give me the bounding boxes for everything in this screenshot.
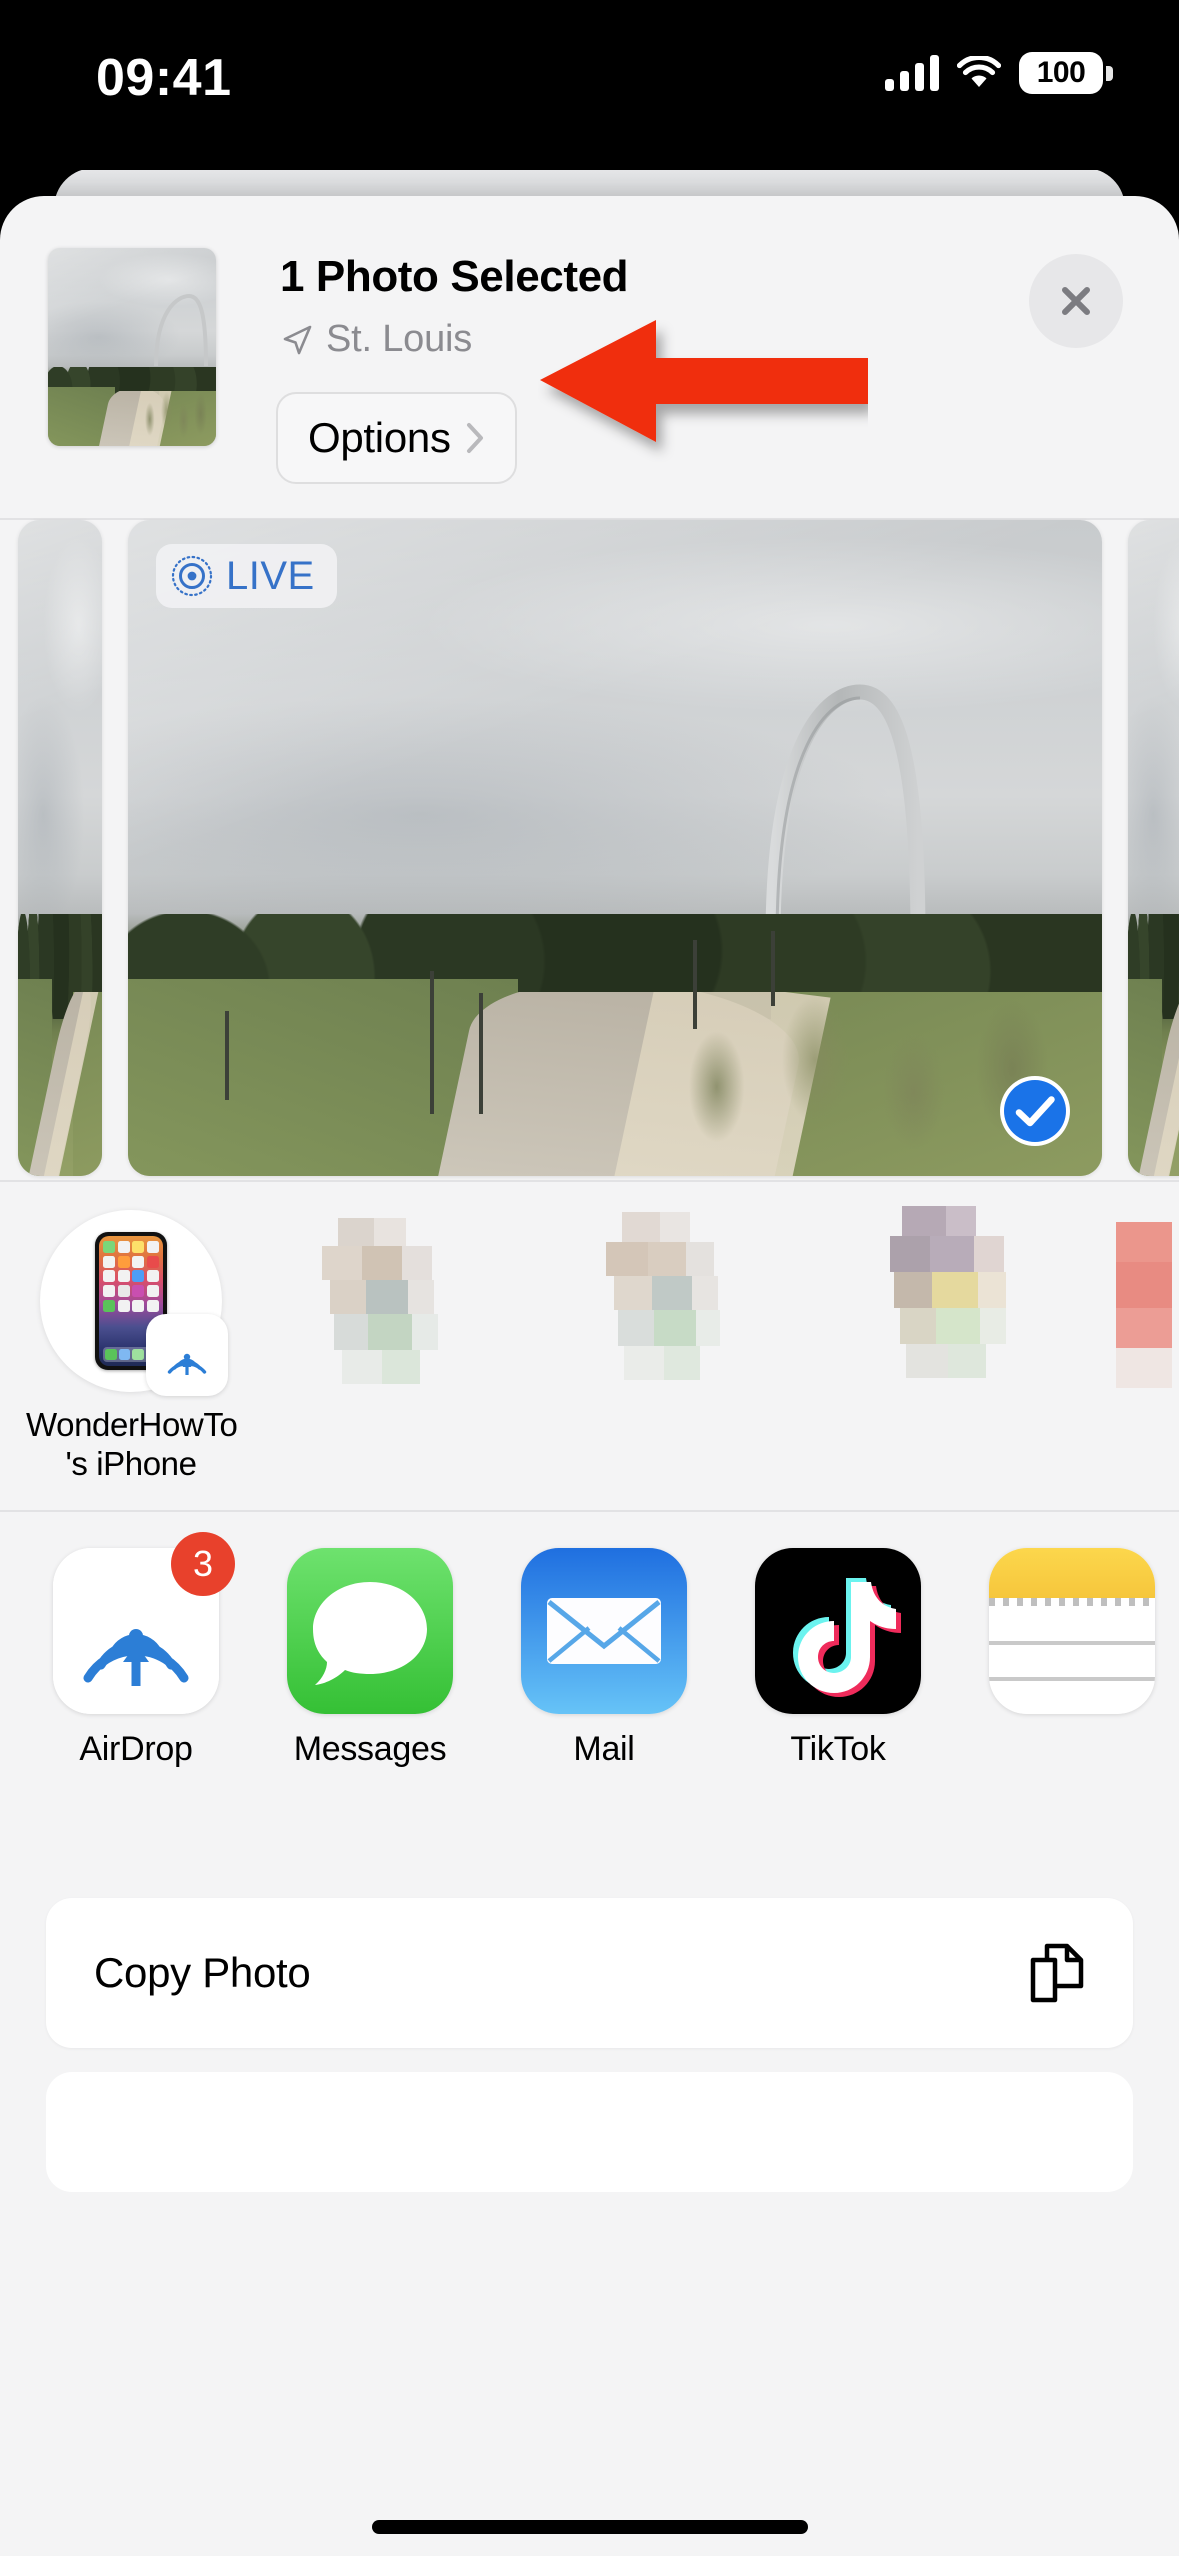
checkmark-circle-icon[interactable] <box>998 1074 1072 1148</box>
cellular-signal-icon <box>885 55 939 91</box>
share-app-messages[interactable]: Messages <box>270 1548 470 1769</box>
next-action-partial[interactable] <box>46 2072 1133 2192</box>
page-title: 1 Photo Selected <box>280 252 629 301</box>
share-app-label: AirDrop <box>79 1730 193 1768</box>
carousel-photo-next[interactable] <box>1128 520 1179 1176</box>
airdrop-icon: 3 <box>53 1532 235 1714</box>
messages-icon <box>287 1548 453 1714</box>
airdrop-suggestion-blurred[interactable] <box>566 1202 816 1442</box>
airdrop-device-item[interactable]: WonderHowTo 's iPhone <box>26 1210 238 1484</box>
airdrop-suggestion-blurred[interactable] <box>1116 1202 1179 1442</box>
live-photo-badge[interactable]: LIVE <box>156 544 337 608</box>
photo-location: St. Louis <box>280 318 472 361</box>
carousel-photo-selected[interactable]: LIVE <box>128 520 1102 1176</box>
tiktok-icon <box>755 1548 921 1714</box>
home-indicator <box>371 2520 808 2534</box>
options-button[interactable]: Options <box>276 392 517 484</box>
carousel-photo-prev[interactable] <box>18 520 102 1176</box>
share-app-label: Messages <box>293 1730 447 1768</box>
copy-icon <box>1027 1940 1085 2006</box>
selected-photo-thumbnail[interactable] <box>48 248 216 446</box>
location-arrow-icon <box>280 323 314 357</box>
lamp-posts <box>128 930 1102 1176</box>
share-app-tiktok[interactable]: TikTok <box>738 1548 938 1769</box>
battery-icon: 100 <box>1019 52 1113 94</box>
share-sheet: 1 Photo Selected St. Louis Options LIVE … <box>0 196 1179 2556</box>
share-apps-row[interactable]: 3 AirDrop Messages Mail TikTok <box>0 1510 1179 1868</box>
status-bar-time: 09:41 <box>96 49 232 107</box>
photo-carousel-strip[interactable]: LIVE <box>0 520 1179 1180</box>
share-app-notes[interactable] <box>972 1548 1172 1730</box>
airdrop-suggestion-blurred[interactable] <box>846 1202 1096 1442</box>
status-bar: 09:41 100 <box>0 0 1179 170</box>
status-bar-indicators: 100 <box>885 52 1113 94</box>
share-app-label: Mail <box>573 1730 635 1768</box>
red-left-arrow-annotation <box>538 318 868 498</box>
wifi-icon <box>956 54 1002 90</box>
airdrop-suggestion-blurred[interactable] <box>286 1202 536 1442</box>
live-photo-icon <box>170 554 214 598</box>
airdrop-notification-badge: 3 <box>171 1532 235 1596</box>
copy-photo-action[interactable]: Copy Photo <box>46 1898 1133 2048</box>
airdrop-device-label-line1: WonderHowTo <box>26 1406 238 1443</box>
photo-carousel[interactable]: LIVE <box>0 520 1179 1176</box>
close-icon <box>1062 287 1090 315</box>
airdrop-suggestions-row[interactable]: WonderHowTo 's iPhone <box>0 1180 1179 1510</box>
airdrop-badge-icon <box>146 1314 228 1396</box>
airdrop-device-label-line2: 's iPhone <box>65 1444 197 1482</box>
battery-percent: 100 <box>1036 56 1086 89</box>
photo-location-label: St. Louis <box>326 318 473 360</box>
share-app-mail[interactable]: Mail <box>504 1548 704 1769</box>
notes-icon <box>989 1548 1155 1714</box>
airdrop-device-avatar <box>40 1210 228 1396</box>
airdrop-device-label: WonderHowTo 's iPhone <box>26 1406 238 1484</box>
options-button-label: Options <box>308 414 451 461</box>
close-button[interactable] <box>1029 254 1123 348</box>
copy-photo-label: Copy Photo <box>94 1949 311 1996</box>
share-actions-list: Copy Photo <box>46 1898 1133 2192</box>
share-app-airdrop[interactable]: 3 AirDrop <box>36 1532 236 1769</box>
share-app-label: TikTok <box>790 1730 886 1768</box>
live-photo-label: LIVE <box>226 553 315 598</box>
chevron-right-icon <box>465 422 485 454</box>
mail-icon <box>521 1548 687 1714</box>
